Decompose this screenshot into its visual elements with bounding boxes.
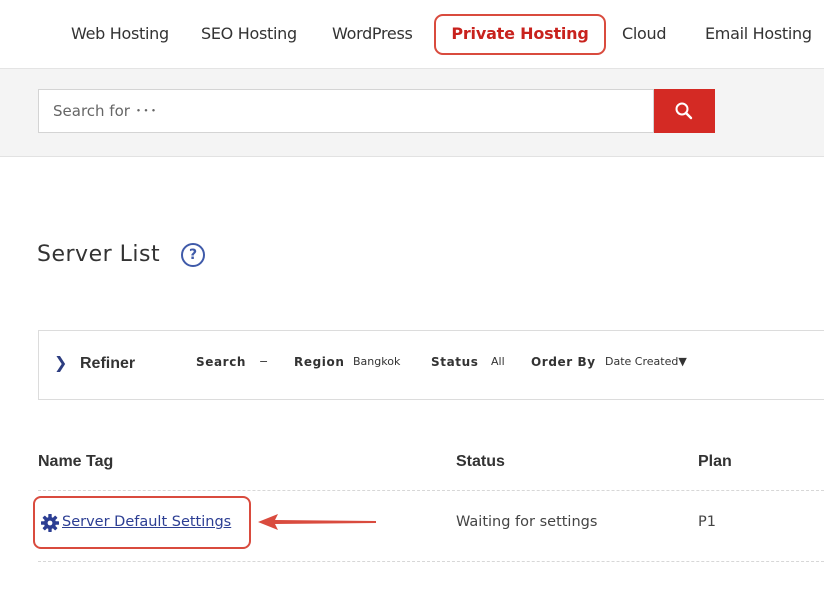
nav-seo-hosting[interactable]: SEO Hosting [201,24,297,43]
page-title: Server List [37,242,161,267]
server-status: Waiting for settings [456,514,598,530]
nav-cloud[interactable]: Cloud [622,24,667,43]
filter-status-value: All [491,355,505,368]
filter-region-label: Region [294,355,345,369]
table-header: Name Tag Status Plan [38,450,824,491]
refiner-panel: ❯ Refiner Search − Region Bangkok Status… [38,330,824,400]
nav-email-hosting[interactable]: Email Hosting [705,24,812,43]
search-input[interactable] [38,89,654,133]
search-bar [0,69,824,157]
column-header-name-tag: Name Tag [38,453,114,470]
nav-private-hosting[interactable]: Private Hosting [434,14,606,55]
chevron-right-icon[interactable]: ❯ [54,353,67,372]
filter-order-label: Order By [531,355,596,369]
column-header-status: Status [456,453,505,470]
filter-region-value: Bangkok [353,355,401,368]
column-header-plan: Plan [698,453,732,470]
server-plan: P1 [698,514,716,530]
filter-status-label: Status [431,355,479,369]
search-icon [675,102,693,120]
nav-private-hosting-label: Private Hosting [451,24,589,43]
gear-icon [41,514,59,532]
filter-search-label: Search [196,355,247,369]
nav-web-hosting[interactable]: Web Hosting [71,24,169,43]
server-name-link[interactable]: Server Default Settings [62,514,231,530]
help-icon[interactable]: ? [181,243,205,267]
nav-wordpress[interactable]: WordPress [332,24,413,43]
refiner-toggle[interactable]: Refiner [80,355,135,373]
search-button[interactable] [654,89,715,133]
filter-search-value: − [259,355,269,368]
filter-order-value[interactable]: Date Created▼ [605,355,687,368]
annotation-arrow-icon [258,514,376,530]
table-row: Server Default Settings Waiting for sett… [33,491,824,562]
top-navigation: Web Hosting SEO Hosting WordPress Privat… [0,0,824,69]
